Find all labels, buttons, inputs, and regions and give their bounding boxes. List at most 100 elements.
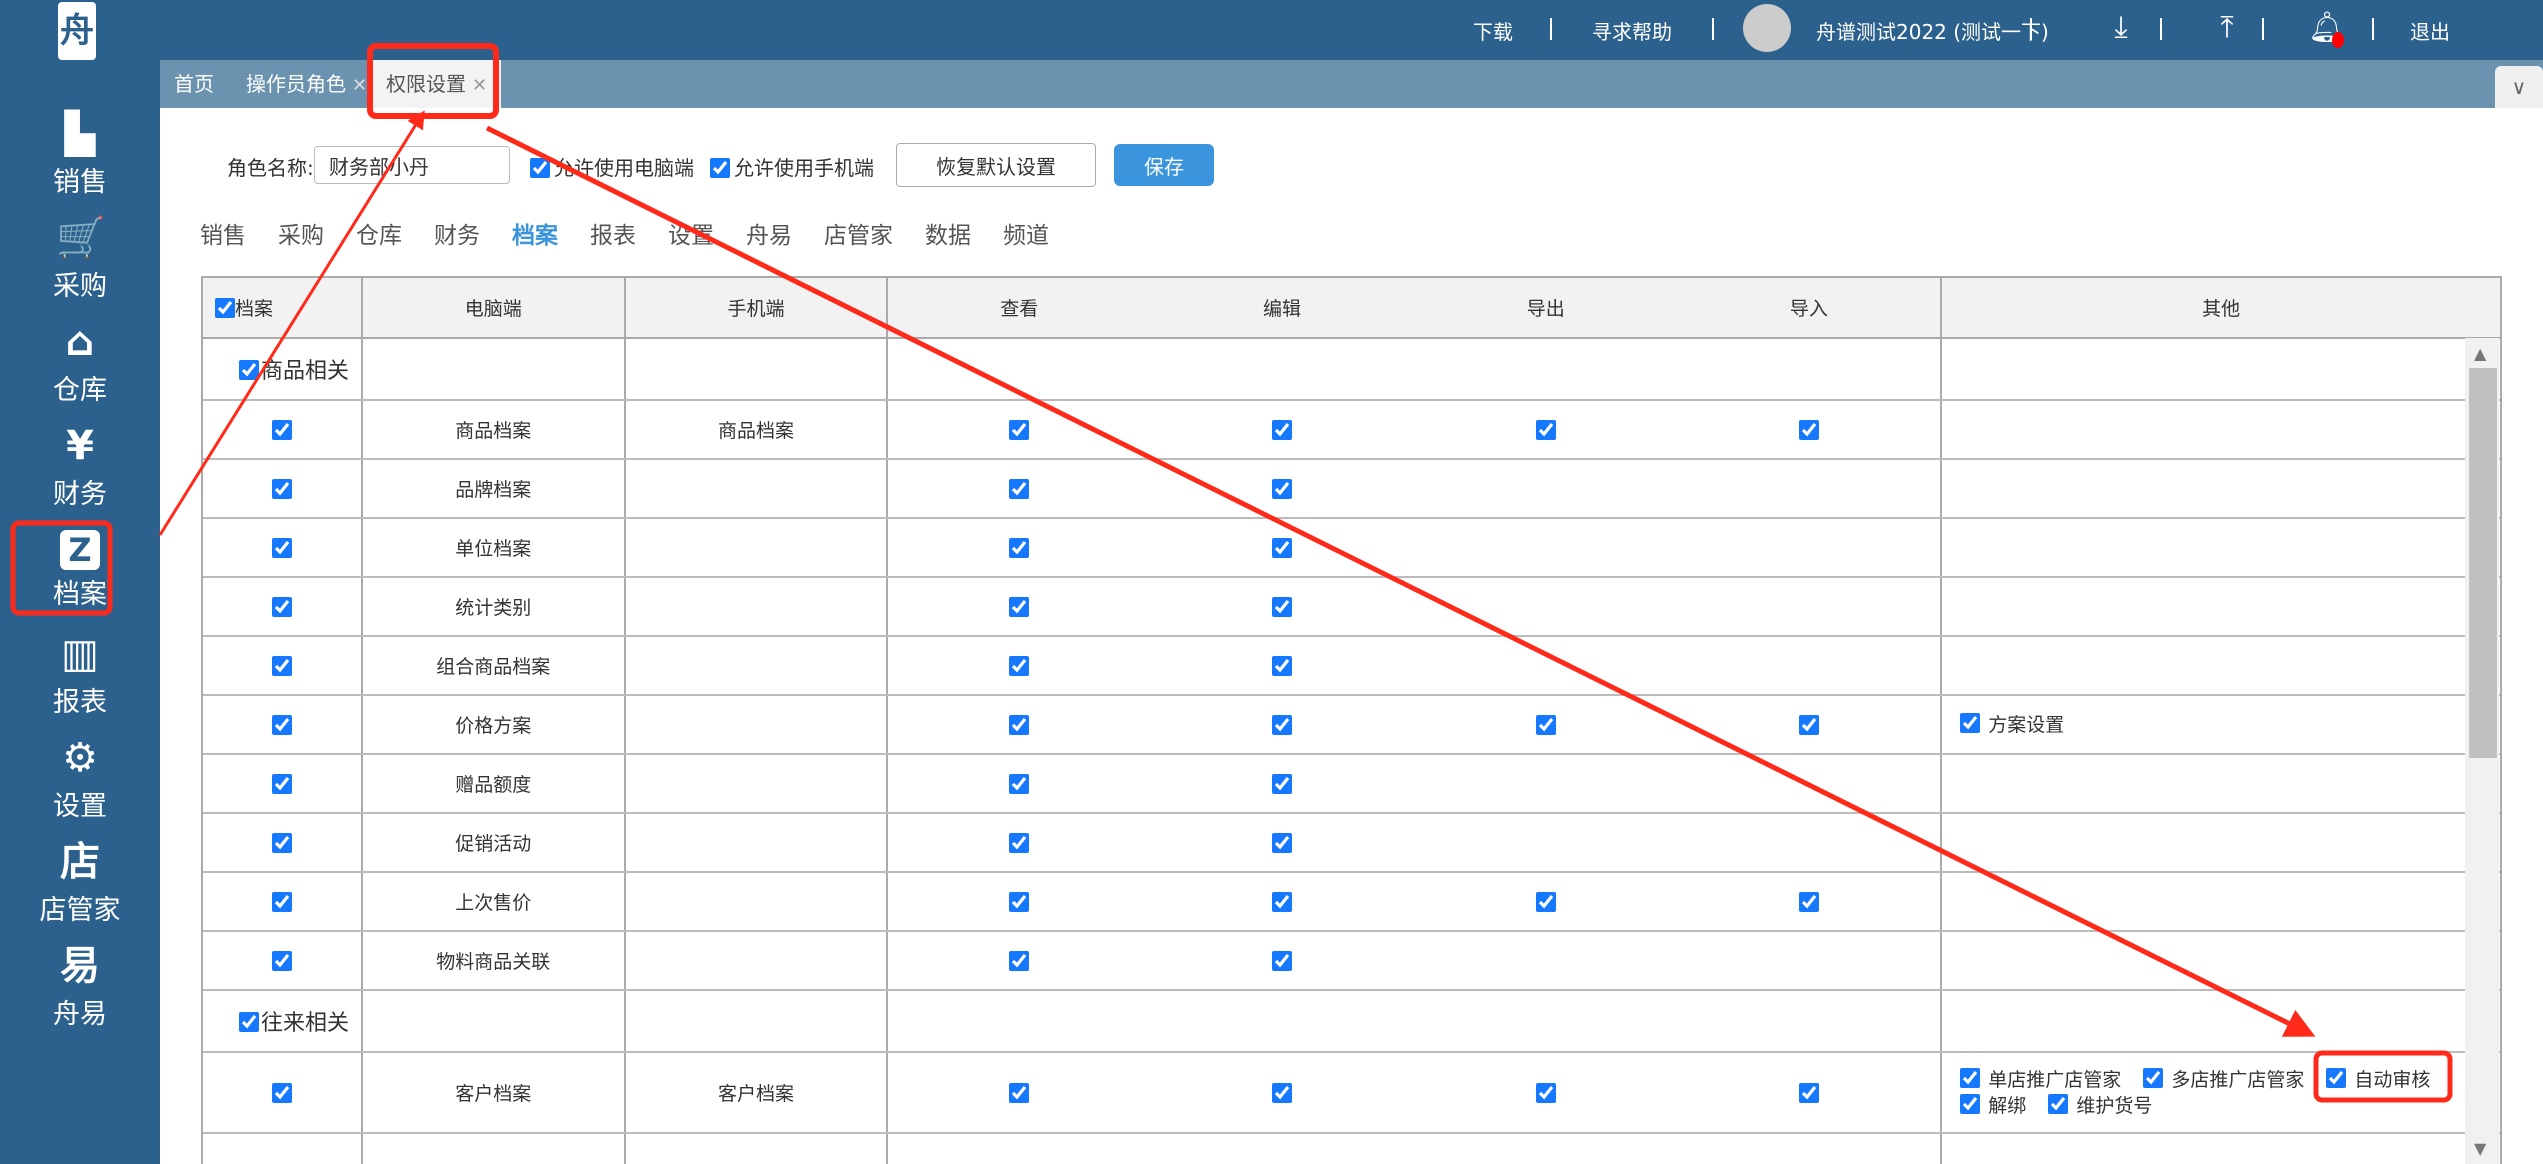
download-link[interactable]: 下载 xyxy=(1473,16,1513,45)
category-tab[interactable]: 仓库 xyxy=(356,216,402,250)
bell-icon[interactable]: 🔔︎ xyxy=(2308,10,2346,50)
row-checkbox[interactable] xyxy=(271,420,292,440)
close-icon[interactable]: ✕ xyxy=(352,75,367,96)
category-tab[interactable]: 舟易 xyxy=(746,216,792,250)
other-option[interactable]: 解绑 xyxy=(1960,1093,2026,1119)
tab-home[interactable]: 首页 xyxy=(174,60,214,108)
other-option-checkbox[interactable] xyxy=(2326,1068,2347,1088)
view-checkbox[interactable] xyxy=(1009,420,1030,440)
export-checkbox[interactable] xyxy=(1535,715,1556,735)
view-checkbox[interactable] xyxy=(1009,597,1030,617)
row-select-cell[interactable] xyxy=(203,695,363,755)
row-select-cell[interactable] xyxy=(203,577,363,637)
table-scrollbar[interactable]: ▲ ▼ xyxy=(2465,338,2499,1164)
category-tab[interactable]: 财务 xyxy=(434,216,480,250)
category-tab[interactable]: 频道 xyxy=(1003,216,1049,250)
reset-default-button[interactable]: 恢复默认设置 xyxy=(896,143,1096,187)
row-select-cell[interactable] xyxy=(203,459,363,519)
category-tab[interactable]: 设置 xyxy=(668,216,714,250)
row-checkbox[interactable] xyxy=(271,774,292,794)
avatar[interactable] xyxy=(1743,4,1791,52)
view-checkbox[interactable] xyxy=(1009,479,1030,499)
category-tab[interactable]: 报表 xyxy=(590,216,636,250)
export-checkbox[interactable] xyxy=(1535,1083,1556,1103)
select-all-checkbox[interactable] xyxy=(215,297,235,318)
view-checkbox[interactable] xyxy=(1009,951,1030,971)
scroll-up-arrow-icon[interactable]: ▲ xyxy=(2474,344,2486,363)
edit-checkbox[interactable] xyxy=(1271,951,1292,971)
sidebar-item-2[interactable]: ⌂ 仓库 xyxy=(0,318,160,418)
sidebar-item-7[interactable]: 店店管家 xyxy=(0,838,160,938)
edit-checkbox[interactable] xyxy=(1271,597,1292,617)
edit-checkbox[interactable] xyxy=(1271,656,1292,676)
category-tab[interactable]: 店管家 xyxy=(824,216,893,250)
close-icon[interactable]: ✕ xyxy=(472,75,487,96)
row-checkbox[interactable] xyxy=(271,479,292,499)
other-option[interactable]: 单店推广店管家 xyxy=(1960,1067,2121,1093)
row-select-cell[interactable] xyxy=(203,636,363,696)
export-checkbox[interactable] xyxy=(1535,892,1556,912)
other-option[interactable]: 多店推广店管家 xyxy=(2143,1067,2304,1093)
row-checkbox[interactable] xyxy=(271,1083,292,1103)
tab-operator-role[interactable]: 操作员角色 ✕ xyxy=(246,60,367,108)
row-select-cell[interactable] xyxy=(203,754,363,814)
sidebar-item-1[interactable]: 🛒 采购 xyxy=(0,214,160,314)
row-select-cell[interactable] xyxy=(203,931,363,991)
allow-mobile-option[interactable]: 允许使用手机端 xyxy=(710,152,874,181)
row-select-cell[interactable] xyxy=(203,400,363,460)
group-checkbox[interactable] xyxy=(239,360,259,380)
row-checkbox[interactable] xyxy=(271,538,292,558)
view-checkbox[interactable] xyxy=(1009,538,1030,558)
view-checkbox[interactable] xyxy=(1009,774,1030,794)
category-tab[interactable]: 档案 xyxy=(512,216,558,250)
row-checkbox[interactable] xyxy=(271,892,292,912)
group-checkbox[interactable] xyxy=(239,1012,259,1032)
category-tab[interactable]: 销售 xyxy=(200,216,246,250)
allow-pc-option[interactable]: 允许使用电脑端 xyxy=(530,152,694,181)
row-select-cell[interactable] xyxy=(203,518,363,578)
row-checkbox[interactable] xyxy=(271,833,292,853)
row-select-cell[interactable] xyxy=(203,813,363,873)
row-select-cell[interactable] xyxy=(203,872,363,932)
allow-pc-checkbox[interactable] xyxy=(530,157,550,178)
view-checkbox[interactable] xyxy=(1009,833,1030,853)
help-link[interactable]: 寻求帮助 xyxy=(1592,16,1672,45)
sidebar-item-3[interactable]: ¥ 财务 xyxy=(0,422,160,522)
import-checkbox[interactable] xyxy=(1798,1083,1819,1103)
tab-menu-chevron-down-icon[interactable]: ∨ xyxy=(2495,66,2543,108)
category-tab[interactable]: 数据 xyxy=(925,216,971,250)
row-checkbox[interactable] xyxy=(271,656,292,676)
edit-checkbox[interactable] xyxy=(1271,774,1292,794)
sidebar-item-0[interactable]: ▙ 销售 xyxy=(0,110,160,210)
save-button[interactable]: 保存 xyxy=(1114,144,1214,186)
other-option-checkbox[interactable] xyxy=(2143,1068,2164,1088)
view-checkbox[interactable] xyxy=(1009,715,1030,735)
other-option-checkbox[interactable] xyxy=(1960,1068,1981,1088)
category-tab[interactable]: 采购 xyxy=(278,216,324,250)
row-select-cell[interactable] xyxy=(203,1052,363,1134)
edit-checkbox[interactable] xyxy=(1271,479,1292,499)
edit-checkbox[interactable] xyxy=(1271,538,1292,558)
sidebar-item-8[interactable]: 易舟易 xyxy=(0,942,160,1042)
other-option[interactable]: 自动审核 xyxy=(2326,1067,2430,1093)
logout-link[interactable]: 退出 xyxy=(2410,16,2450,45)
other-option-checkbox[interactable] xyxy=(2048,1094,2069,1114)
user-name[interactable]: 舟谱测试2022 (测试一下) xyxy=(1816,16,2049,45)
upload-icon[interactable]: ⤒ xyxy=(2210,10,2244,50)
scrollbar-thumb[interactable] xyxy=(2469,368,2497,758)
allow-mobile-checkbox[interactable] xyxy=(710,157,730,178)
edit-checkbox[interactable] xyxy=(1271,833,1292,853)
sidebar-item-4[interactable]: Z 档案 xyxy=(0,526,160,626)
edit-checkbox[interactable] xyxy=(1271,1083,1292,1103)
row-checkbox[interactable] xyxy=(271,715,292,735)
group-label-cell[interactable]: 商品相关 xyxy=(203,338,363,401)
sidebar-item-6[interactable]: ⚙ 设置 xyxy=(0,734,160,834)
edit-checkbox[interactable] xyxy=(1271,715,1292,735)
export-checkbox[interactable] xyxy=(1535,420,1556,440)
import-checkbox[interactable] xyxy=(1798,420,1819,440)
sidebar-item-5[interactable]: ▥ 报表 xyxy=(0,630,160,730)
tab-permission-settings[interactable]: 权限设置 ✕ xyxy=(372,60,502,108)
import-checkbox[interactable] xyxy=(1798,715,1819,735)
row-checkbox[interactable] xyxy=(271,597,292,617)
import-checkbox[interactable] xyxy=(1798,892,1819,912)
